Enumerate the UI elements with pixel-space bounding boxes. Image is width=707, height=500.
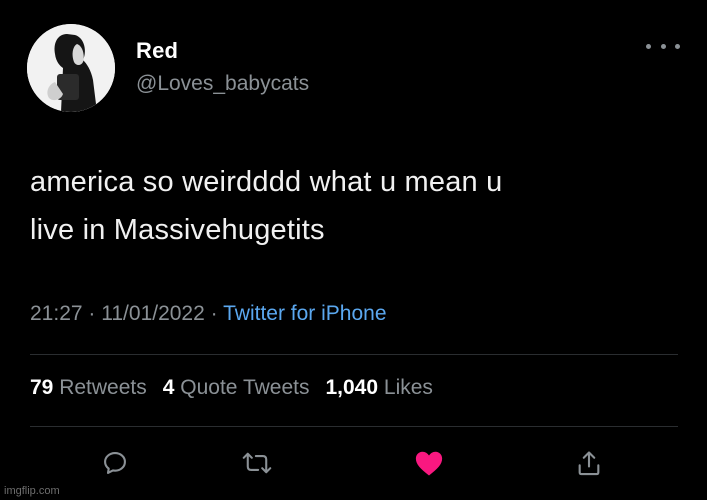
- user-handle[interactable]: @Loves_babycats: [136, 72, 309, 96]
- dot-icon: [646, 43, 651, 49]
- more-options-icon[interactable]: [646, 36, 680, 56]
- meta-separator: ·: [88, 302, 96, 325]
- likes-stat[interactable]: 1,040 Likes: [325, 376, 432, 399]
- like-icon: [415, 451, 443, 476]
- tweet-time[interactable]: 21:27: [30, 302, 83, 325]
- action-bar: [0, 443, 707, 483]
- tweet-source-link[interactable]: Twitter for iPhone: [223, 302, 386, 325]
- like-button[interactable]: [409, 443, 449, 483]
- divider: [30, 354, 678, 355]
- watermark: imgflip.com: [4, 485, 60, 497]
- reply-icon: [104, 452, 126, 474]
- share-icon: [578, 451, 600, 476]
- retweets-stat[interactable]: 79 Retweets: [30, 376, 147, 399]
- retweet-button[interactable]: [237, 443, 277, 483]
- meta-separator: ·: [210, 302, 218, 325]
- retweets-label: Retweets: [59, 376, 147, 399]
- divider: [30, 426, 678, 427]
- avatar-photo: [27, 24, 115, 112]
- tweet-meta: 21:27 · 11/01/2022 · Twitter for iPhone: [30, 302, 387, 326]
- dot-icon: [675, 43, 680, 49]
- display-name[interactable]: Red: [136, 38, 178, 64]
- tweet-text-line: america so weirdddd what u mean u: [30, 166, 503, 198]
- engagement-stats: 79 Retweets 4 Quote Tweets 1,040 Likes: [30, 376, 433, 400]
- tweet-text-line: live in Massivehugetits: [30, 214, 325, 246]
- retweet-icon: [242, 452, 272, 474]
- quote-tweets-count: 4: [162, 376, 175, 399]
- quote-tweets-label: Quote Tweets: [180, 376, 310, 399]
- retweets-count: 79: [30, 376, 54, 399]
- tweet-card: Red @Loves_babycats america so weirdddd …: [0, 0, 707, 500]
- tweet-text: america so weirdddd what u mean u live i…: [30, 158, 670, 254]
- likes-label: Likes: [383, 376, 433, 399]
- avatar[interactable]: [27, 24, 115, 112]
- quote-tweets-stat[interactable]: 4 Quote Tweets: [163, 376, 310, 399]
- reply-button[interactable]: [95, 443, 135, 483]
- share-button[interactable]: [569, 443, 609, 483]
- dot-icon: [660, 43, 666, 49]
- tweet-date[interactable]: 11/01/2022: [101, 302, 205, 325]
- likes-count: 1,040: [325, 376, 379, 399]
